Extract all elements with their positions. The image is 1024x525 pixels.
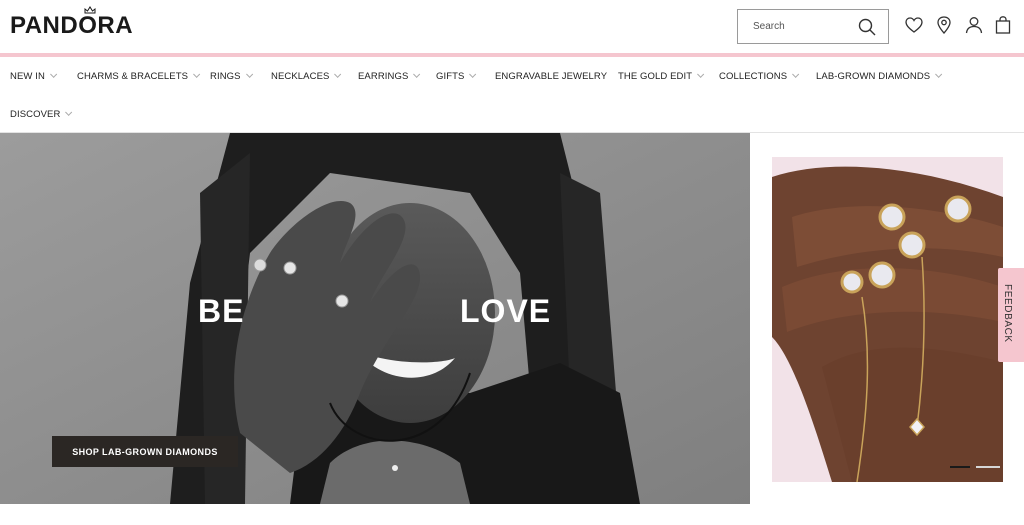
nav-item-earrings[interactable]: EARRINGS bbox=[358, 70, 421, 82]
nav-item-label: RINGS bbox=[210, 71, 241, 82]
search-icon[interactable] bbox=[856, 16, 878, 38]
crown-icon bbox=[84, 6, 96, 14]
feedback-label: FEEDBACK bbox=[1002, 284, 1013, 343]
side-promo-image[interactable] bbox=[772, 157, 1003, 482]
nav-item-label: COLLECTIONS bbox=[719, 71, 788, 82]
nav-item-necklaces[interactable]: NECKLACES bbox=[271, 70, 342, 82]
nav-item-lab-grown-diamonds[interactable]: LAB-GROWN DIAMONDS bbox=[816, 70, 943, 82]
nav-item-discover[interactable]: DISCOVER bbox=[10, 108, 73, 120]
chevron-down-icon bbox=[65, 108, 73, 116]
nav-item-gifts[interactable]: GIFTS bbox=[436, 70, 477, 82]
user-icon[interactable] bbox=[963, 14, 985, 36]
chevron-down-icon bbox=[697, 70, 705, 78]
site-header: PANDORA bbox=[0, 0, 1024, 53]
chevron-down-icon bbox=[469, 70, 477, 78]
chevron-down-icon bbox=[935, 70, 943, 78]
search-input[interactable] bbox=[738, 10, 848, 43]
chevron-down-icon bbox=[49, 70, 58, 78]
nav-item-engravable-jewelry[interactable]: ENGRAVABLE JEWELRY bbox=[495, 71, 607, 82]
nav-item-label: NEW IN bbox=[10, 71, 45, 82]
nav-item-label: EARRINGS bbox=[358, 71, 409, 82]
nav-item-label: GIFTS bbox=[436, 71, 465, 82]
nav-item-collections[interactable]: COLLECTIONS bbox=[719, 70, 800, 82]
shop-lab-grown-diamonds-button[interactable]: SHOP LAB-GROWN DIAMONDS bbox=[52, 436, 238, 467]
nav-item-new-in[interactable]: NEW IN bbox=[10, 70, 58, 82]
nav-item-label: LAB-GROWN DIAMONDS bbox=[816, 71, 931, 82]
chevron-down-icon bbox=[334, 70, 342, 78]
rings-on-hand-image bbox=[772, 157, 1003, 482]
chevron-down-icon bbox=[193, 70, 201, 78]
hero-text-be: BE bbox=[198, 293, 245, 329]
shopping-bag-icon[interactable] bbox=[992, 14, 1014, 36]
main-navigation: NEW IN CHARMS & BRACELETS RINGS NECKLACE… bbox=[0, 57, 1024, 133]
hero-banner[interactable]: BE LOVE SHOP LAB-GROWN DIAMONDS bbox=[0, 133, 750, 504]
nav-item-the-gold-edit[interactable]: THE GOLD EDIT bbox=[618, 70, 705, 82]
nav-item-rings[interactable]: RINGS bbox=[210, 70, 253, 82]
location-pin-icon[interactable] bbox=[933, 14, 955, 36]
nav-item-label: CHARMS & BRACELETS bbox=[77, 71, 189, 82]
nav-item-label: THE GOLD EDIT bbox=[618, 71, 693, 82]
carousel-indicator[interactable] bbox=[950, 465, 1002, 469]
nav-item-label: ENGRAVABLE JEWELRY bbox=[495, 71, 608, 82]
nav-item-label: NECKLACES bbox=[271, 71, 330, 82]
hero-text-love: LOVE bbox=[460, 293, 552, 329]
nav-item-label: DISCOVER bbox=[10, 109, 61, 120]
search-box bbox=[737, 9, 889, 44]
chevron-down-icon bbox=[792, 70, 800, 78]
pandora-logo[interactable]: PANDORA bbox=[10, 12, 133, 40]
feedback-tab[interactable]: FEEDBACK bbox=[998, 268, 1024, 362]
heart-icon[interactable] bbox=[903, 14, 925, 36]
chevron-down-icon bbox=[245, 70, 253, 78]
nav-item-charms-bracelets[interactable]: CHARMS & BRACELETS bbox=[77, 70, 201, 82]
chevron-down-icon bbox=[413, 70, 421, 78]
